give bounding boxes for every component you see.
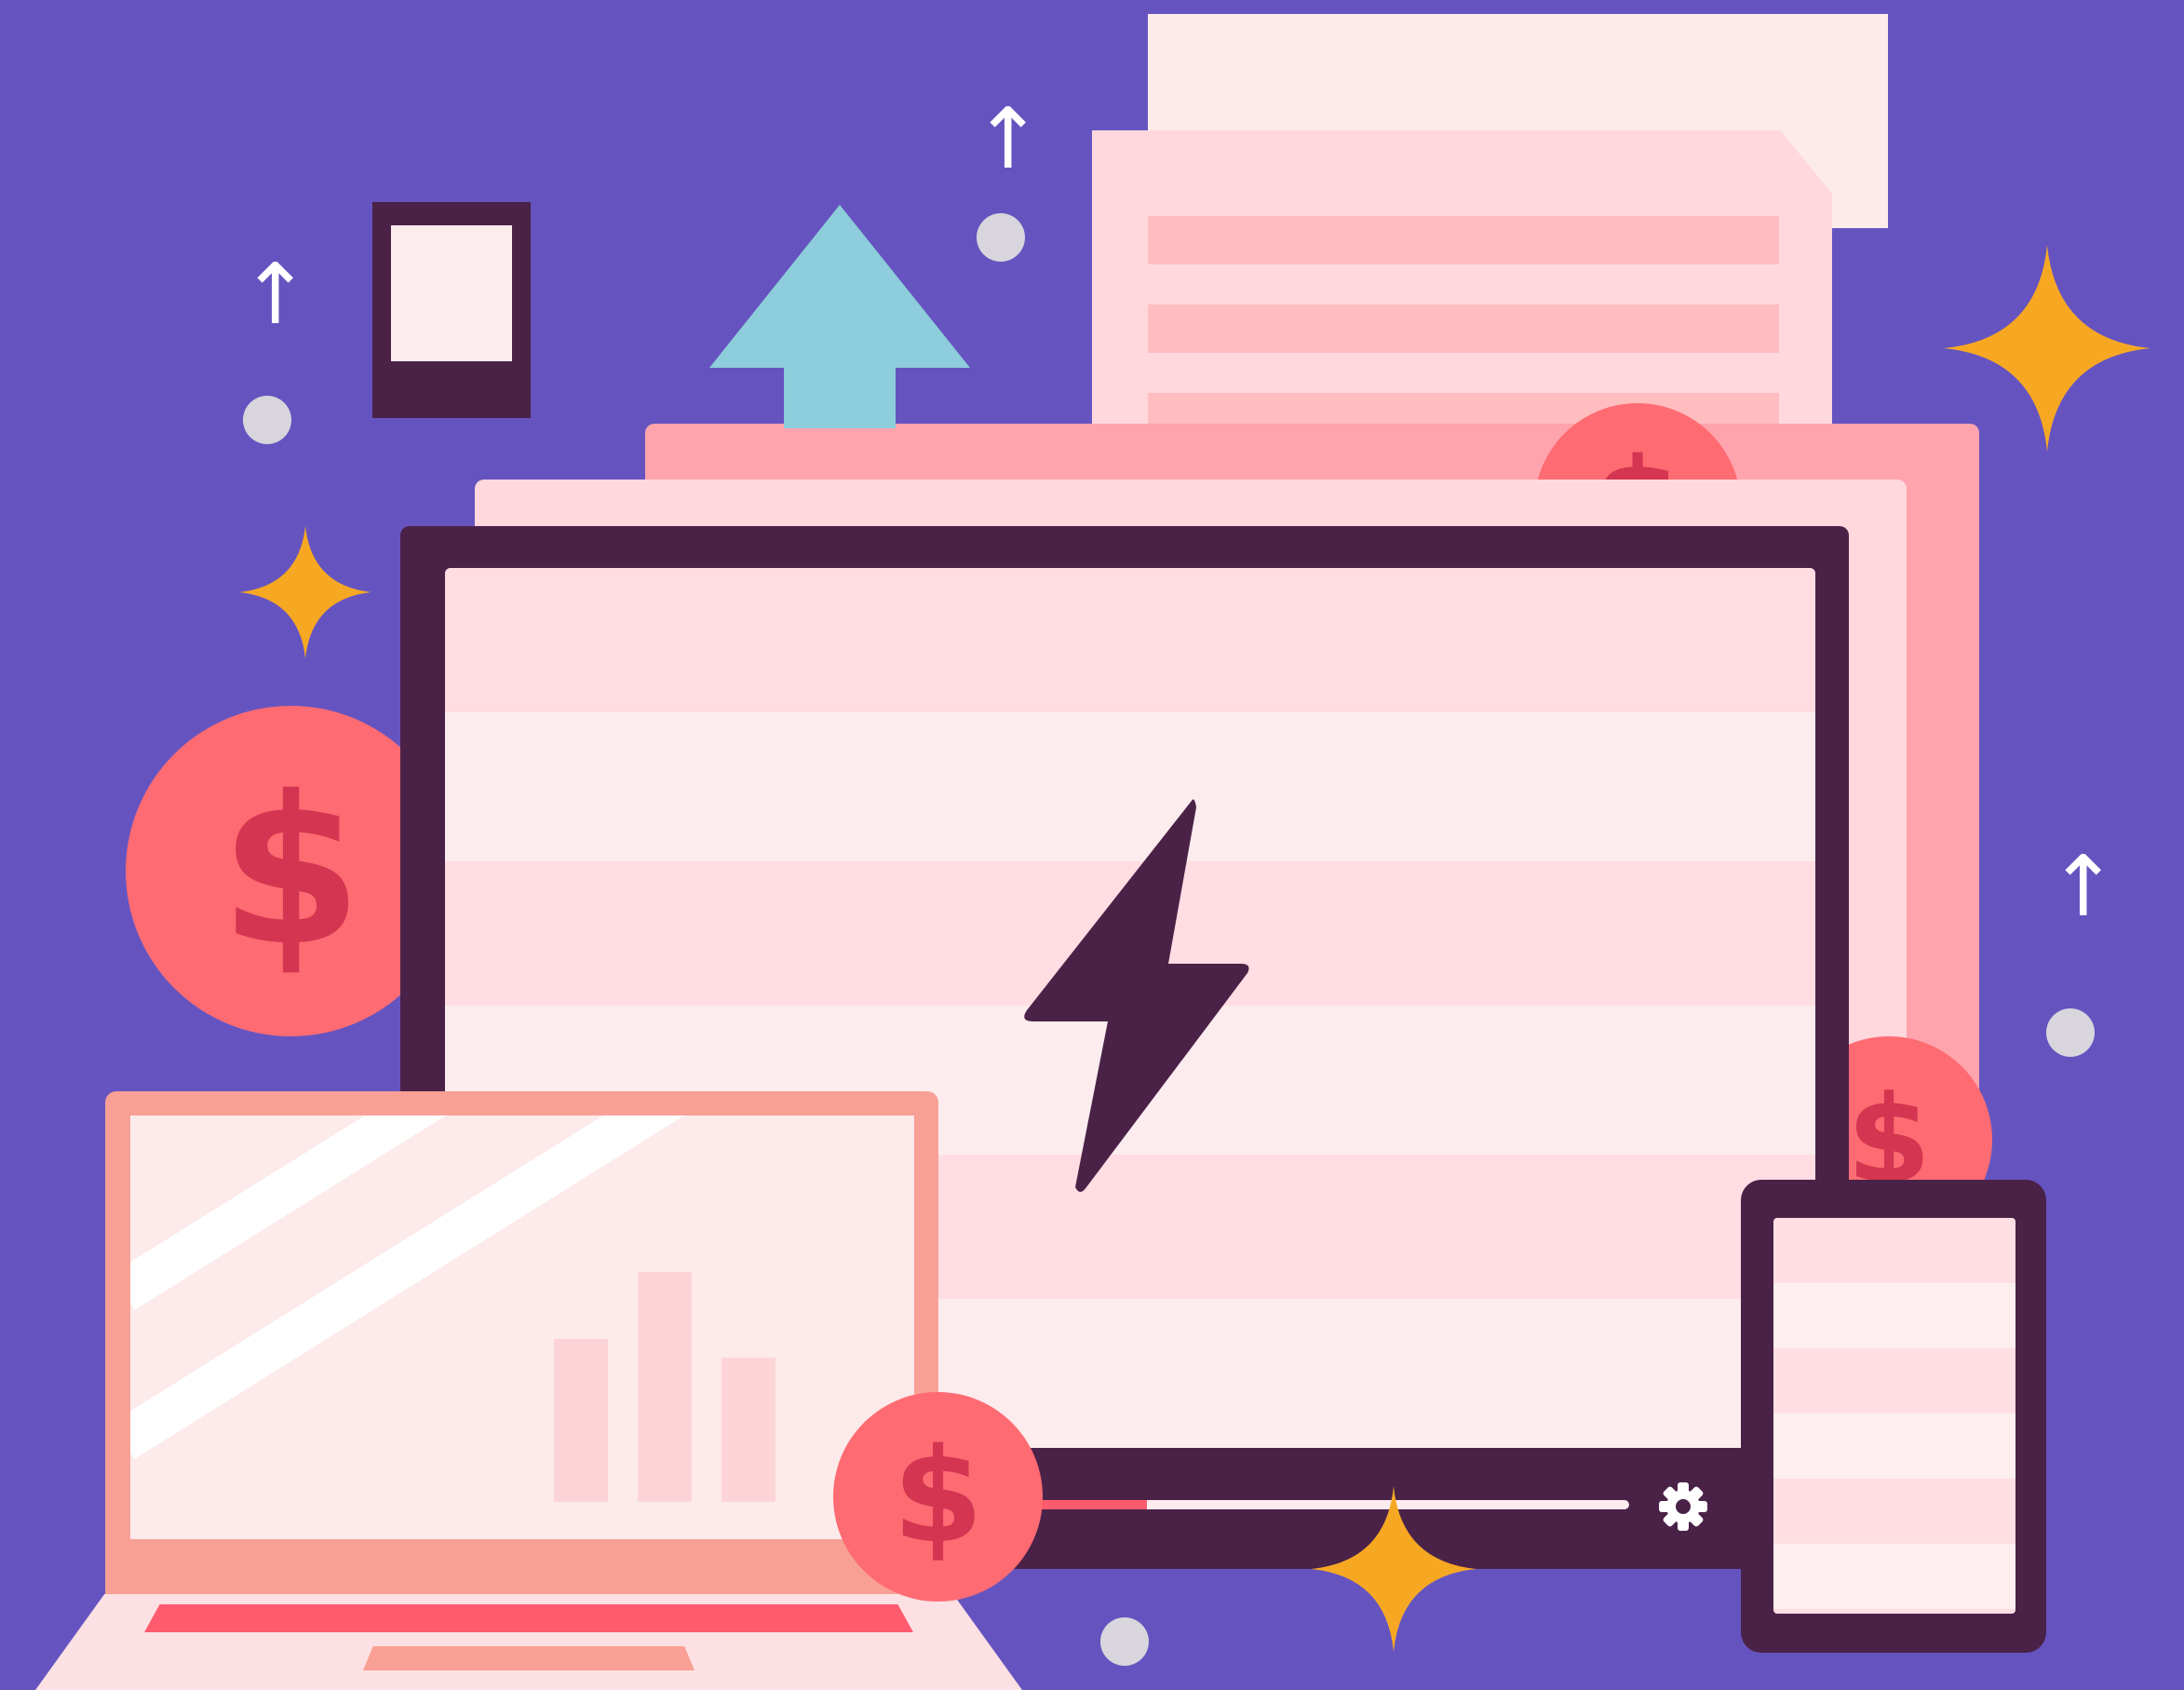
phone-stripe [1773,1413,2015,1479]
gear-icon[interactable] [1657,1480,1709,1533]
chart-bar [721,1358,775,1502]
coin-symbol: $ [892,1421,984,1573]
laptop-screen [130,1115,914,1539]
small-arrow-up: ↑ [2048,838,2119,936]
sparkle-icon [1311,1486,1476,1652]
chart-bar [554,1339,608,1502]
small-arrow-up: ↑ [240,246,311,344]
phone-stripe [1773,1283,2015,1348]
coin-symbol: $ [219,751,363,991]
decor-dot [1100,1617,1149,1666]
decor-dot [977,213,1025,262]
screen-stripe [445,568,1815,712]
laptop-trackpad [363,1646,694,1670]
phone-screen [1773,1218,2015,1614]
upload-arrow-icon [709,205,970,428]
screen-glare [130,1115,703,1460]
phone-stripe [1773,1544,2015,1609]
document-line [1148,304,1779,353]
small-arrow-up: ↑ [973,90,1044,188]
lightning-bolt-icon [1024,799,1249,1192]
document-line [1148,216,1779,264]
sparkle-icon [239,526,371,658]
decor-dot [243,396,291,444]
video-progress-fill [1033,1500,1147,1509]
sparkle-icon [1944,245,2150,452]
picture-frame-inner [391,225,512,361]
decor-dot [2046,1008,2095,1057]
dollar-coin-icon: $ [833,1392,1043,1602]
laptop-keyboard [144,1604,913,1632]
chart-bar [638,1272,692,1502]
